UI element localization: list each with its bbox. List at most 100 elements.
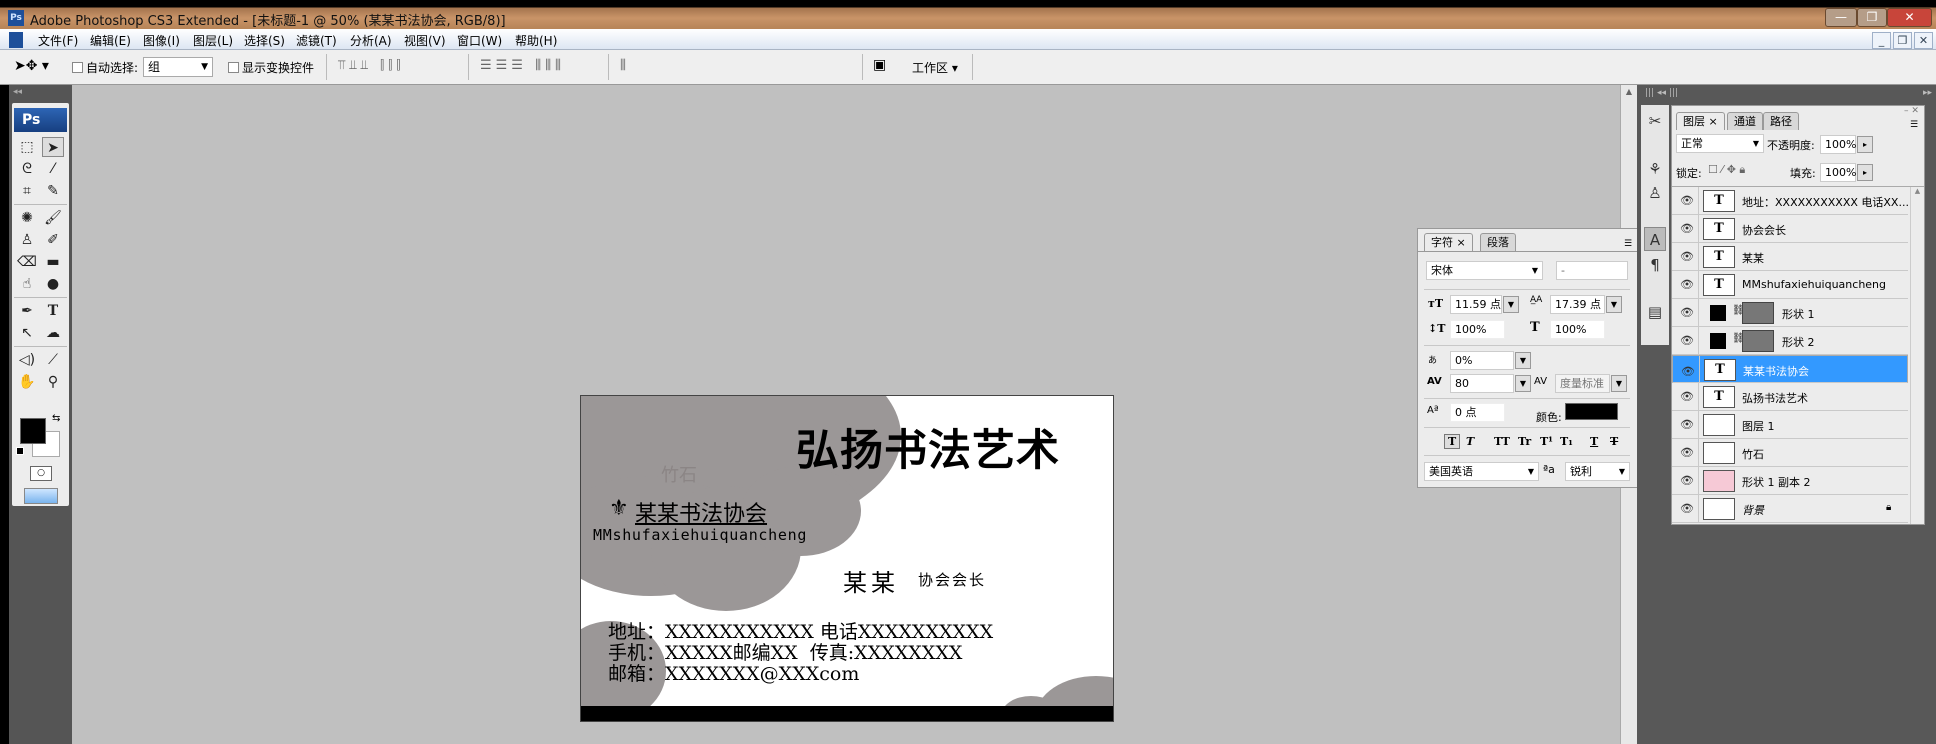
opacity-field[interactable]: 100% (1820, 135, 1856, 154)
strikethrough-button[interactable]: T (1610, 435, 1618, 448)
fill-slider-button[interactable]: ▸ (1857, 164, 1873, 181)
history-brush-icon[interactable]: ✐ (42, 230, 64, 250)
font-size-field[interactable]: 11.59 点 (1450, 295, 1502, 314)
visibility-eye-icon[interactable]: 👁︎ (1680, 306, 1694, 319)
lasso-tool-icon[interactable]: ᘓ (16, 159, 38, 179)
crop-tool-icon[interactable]: ⌗ (16, 181, 38, 201)
tracking-field[interactable]: 80 (1450, 374, 1514, 393)
auto-align-button[interactable]: ⫼ (620, 58, 626, 73)
navigator-panel-icon[interactable]: ▤ (1644, 300, 1666, 324)
layer-row[interactable]: 👁︎ T 地址：XXXXXXXXXXX 电话XX... (1672, 187, 1909, 215)
horizontal-scale-field[interactable]: 100% (1550, 320, 1605, 339)
visibility-eye-icon[interactable]: 👁︎ (1680, 502, 1694, 515)
menu-select[interactable]: 选择(S) (244, 32, 285, 49)
visibility-eye-icon[interactable]: 👁︎ (1680, 474, 1694, 487)
layer-row[interactable]: 👁︎ 图层 1 (1672, 411, 1908, 439)
tsume-field[interactable]: 0% (1450, 351, 1514, 370)
minimize-button[interactable]: — (1825, 8, 1857, 27)
panel-menu-icon[interactable]: ☰ (1910, 120, 1918, 130)
small-caps-button[interactable]: Tr (1518, 435, 1531, 448)
leading-field[interactable]: 17.39 点 (1550, 295, 1605, 314)
menu-file[interactable]: 文件(F) (38, 32, 78, 49)
blur-tool-icon[interactable]: ☝ (16, 274, 38, 294)
auto-select-checkbox[interactable] (72, 60, 83, 74)
close-button[interactable]: ✕ (1887, 8, 1932, 27)
subscript-button[interactable]: T₁ (1560, 435, 1573, 448)
menu-image[interactable]: 图像(I) (143, 32, 180, 49)
tsume-dropdown[interactable]: ▼ (1515, 352, 1531, 369)
text-color-swatch[interactable] (1565, 403, 1618, 420)
zoom-tool-icon[interactable]: ⚲ (42, 372, 64, 392)
all-caps-button[interactable]: TT (1494, 435, 1510, 448)
default-colors-icon[interactable] (16, 447, 24, 455)
gradient-tool-icon[interactable]: ▬ (42, 252, 64, 272)
language-dropdown[interactable]: 美国英语 ▼ (1424, 462, 1539, 481)
layer-row[interactable]: 👁︎ ⛓ 形状 1 (1672, 299, 1908, 327)
antialias-dropdown[interactable]: 锐利 ▼ (1565, 462, 1630, 481)
kerning-dropdown[interactable]: ▼ (1611, 375, 1627, 392)
dock-collapse-icon[interactable]: ||| ◂◂ ||| (1645, 88, 1678, 98)
menu-edit[interactable]: 编辑(E) (90, 32, 131, 49)
vertical-scale-field[interactable]: 100% (1450, 320, 1505, 339)
visibility-eye-icon[interactable]: 👁︎ (1680, 278, 1694, 291)
collapse-icon[interactable]: ◂◂ (13, 87, 22, 97)
tab-character[interactable]: 字符 × (1424, 233, 1473, 251)
tools-preset-icon[interactable]: ✂ (1644, 109, 1666, 133)
path-select-icon[interactable]: ↖ (16, 323, 38, 343)
faux-italic-button[interactable]: T (1466, 435, 1474, 448)
lock-icons[interactable]: ☐ ⁄ ✥ 🔒︎ (1708, 163, 1745, 177)
menu-help[interactable]: 帮助(H) (515, 32, 557, 49)
visibility-eye-icon[interactable]: 👁︎ (1681, 363, 1695, 381)
move-tool-icon[interactable]: ➤ (42, 137, 64, 157)
visibility-eye-icon[interactable]: 👁︎ (1680, 446, 1694, 459)
panel-close-icon[interactable]: – ✕ (1904, 106, 1919, 116)
layer-row[interactable]: 👁︎ T 某某书法协会 (1672, 355, 1908, 384)
eraser-tool-icon[interactable]: ⌫ (16, 252, 38, 272)
healing-brush-icon[interactable]: ✺ (16, 208, 38, 228)
superscript-button[interactable]: T¹ (1540, 435, 1553, 448)
clone-source-icon[interactable]: ⚘ (1644, 157, 1666, 181)
visibility-eye-icon[interactable]: 👁︎ (1680, 194, 1694, 207)
visibility-eye-icon[interactable]: 👁︎ (1680, 250, 1694, 263)
fill-field[interactable]: 100% (1820, 163, 1856, 182)
notes-tool-icon[interactable]: ◁) (16, 350, 38, 370)
menu-analysis[interactable]: 分析(A) (350, 32, 392, 49)
tracking-dropdown[interactable]: ▼ (1515, 375, 1531, 392)
menu-window[interactable]: 窗口(W) (457, 32, 502, 49)
layer-row[interactable]: 👁︎ 竹石 (1672, 439, 1908, 467)
layer-row[interactable]: 👁︎ T 协会会长 (1672, 215, 1908, 243)
eyedropper-icon[interactable]: ⟋ (42, 350, 64, 370)
move-tool-preset-icon[interactable]: ➤✥ ▾ (14, 58, 49, 74)
baseline-shift-field[interactable]: 0 点 (1450, 403, 1505, 422)
menu-layer[interactable]: 图层(L) (193, 32, 233, 49)
bridge-icon[interactable]: ▣ (873, 57, 886, 73)
stamp-panel-icon[interactable]: ♙ (1644, 181, 1666, 205)
visibility-eye-icon[interactable]: 👁︎ (1680, 390, 1694, 403)
quick-mask-icon[interactable]: ○ (30, 466, 52, 481)
layer-row[interactable]: 👁︎ T 弘扬书法艺术 (1672, 383, 1908, 411)
faux-bold-button[interactable]: T (1444, 434, 1461, 449)
layers-scrollbar[interactable]: ▲ (1910, 187, 1924, 524)
screen-mode-icon[interactable] (24, 488, 58, 504)
tab-channels[interactable]: 通道 (1727, 112, 1763, 130)
marquee-tool-icon[interactable]: ⬚ (16, 137, 38, 157)
layer-row[interactable]: 👁︎ T MMshufaxiehuiquancheng (1672, 271, 1908, 299)
distribute-buttons[interactable]: ☰☰☰ ⫼⫼⫼ (480, 58, 565, 73)
font-family-dropdown[interactable]: 宋体 ▼ (1426, 261, 1543, 280)
document-canvas[interactable]: 竹石 弘扬书法艺术 ⚜ 某某书法协会 MMshufaxiehuiquanchen… (580, 395, 1114, 722)
visibility-eye-icon[interactable]: 👁︎ (1680, 334, 1694, 347)
auto-select-dropdown[interactable]: 组 ▼ (143, 57, 213, 77)
quick-select-tool-icon[interactable]: ⁄ (42, 159, 64, 179)
paragraph-panel-icon[interactable]: ¶ (1644, 253, 1666, 277)
custom-shape-icon[interactable]: ☁ (42, 323, 64, 343)
doc-restore-button[interactable]: ❐ (1893, 32, 1912, 49)
doc-minimize-button[interactable]: _ (1872, 32, 1891, 49)
stamp-tool-icon[interactable]: ♙ (16, 230, 38, 250)
font-style-dropdown[interactable]: - (1556, 261, 1628, 280)
opacity-slider-button[interactable]: ▸ (1857, 136, 1873, 153)
foreground-color[interactable] (20, 418, 46, 444)
visibility-eye-icon[interactable]: 👁︎ (1680, 418, 1694, 431)
dodge-tool-icon[interactable]: ● (42, 274, 64, 294)
brush-tool-icon[interactable]: 🖌 (42, 208, 64, 228)
panel-menu-icon[interactable]: ☰ (1624, 239, 1632, 249)
